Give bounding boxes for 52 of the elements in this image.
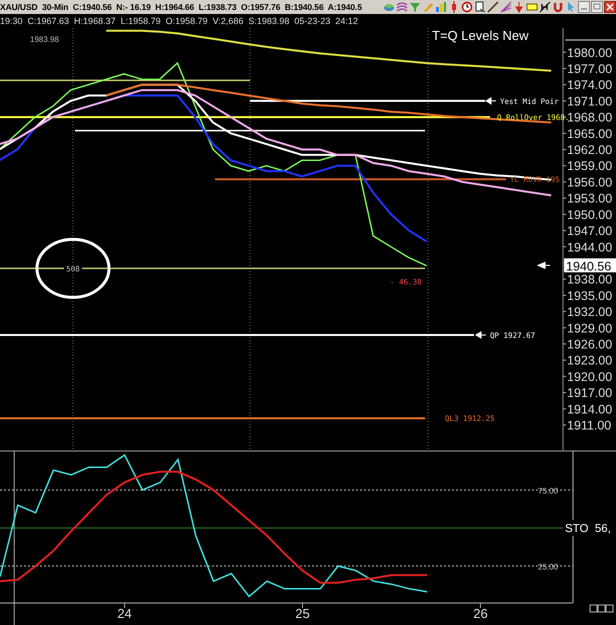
axis-label: 26 (473, 606, 488, 621)
minimize-icon[interactable] (578, 1, 590, 13)
window-boxes-icon[interactable] (590, 604, 614, 612)
axis-label: 1917.00 (567, 386, 612, 400)
waves-icon[interactable] (396, 1, 408, 13)
axis-label: 24 (117, 606, 132, 621)
h-line-icon[interactable] (539, 1, 551, 13)
axis-label: 1950.00 (567, 208, 612, 222)
axis-label: 1935.00 (567, 288, 612, 303)
axis-label: 1953.00 (567, 192, 612, 206)
axis-label: 1965.00 (567, 126, 612, 141)
funnel-icon[interactable] (409, 1, 421, 13)
chart-title: T=Q Levels New (432, 28, 528, 43)
price-label: 1983.98 (30, 35, 59, 44)
quote-text: XAU/USD 30-Min C:1940.56 N:- 16.19 H:1964.66 L:1938.73 O:1957.76 B:1940.56 A:1940.5 (0, 2, 362, 12)
rectangle-icon[interactable] (526, 1, 538, 13)
clock-icon[interactable] (461, 1, 473, 13)
axis-label: 1944.00 (567, 240, 612, 254)
axis-label: 1959.00 (567, 159, 612, 174)
axis-label: 1923.00 (567, 354, 612, 368)
fan-lines-icon[interactable] (500, 1, 512, 13)
axis-label: 1938.00 (567, 272, 612, 287)
axis-label: 25.00 (538, 562, 558, 572)
axis-label: 1977.00 (567, 62, 612, 76)
bar-chart-icon[interactable] (435, 1, 447, 13)
axis-label: 1962.00 (567, 143, 612, 158)
axis-label: 75.00 (538, 486, 558, 496)
down-arrow-icon[interactable] (513, 1, 525, 13)
price-tag: 1940.56 (564, 258, 616, 274)
axis-label: 1920.00 (567, 370, 612, 384)
axis-label: 1929.00 (567, 321, 612, 336)
line-tool-icon[interactable] (487, 1, 499, 13)
axis-label: 25 (295, 606, 310, 621)
layers-icon[interactable] (383, 1, 395, 13)
axis-label: 1980.00 (567, 46, 612, 60)
arrow-icon (476, 331, 486, 338)
arrow-icon (538, 262, 550, 269)
axis-label: 1911.00 (567, 418, 612, 432)
arrow-icon (486, 97, 496, 104)
close-icon[interactable] (604, 1, 616, 13)
bar-info-text: 19:30 C:1967.63 H:1968.37 L:1958.79 O:1958.79 V:2,686 S:1983.98 05-23-23 24:12 (0, 16, 358, 26)
axis-label: 1956.00 (567, 175, 612, 190)
axis-label: 1974.00 (567, 78, 612, 92)
magnet-icon[interactable] (552, 1, 564, 13)
axis-label: 1932.00 (567, 305, 612, 320)
document-icon[interactable] (474, 1, 486, 13)
cursor-icon[interactable] (565, 1, 577, 13)
axis-label: 1926.00 (567, 337, 612, 352)
axis-label: 1971.00 (567, 94, 612, 108)
axis-label: 1947.00 (567, 224, 612, 238)
axis-label: 1914.00 (567, 402, 612, 416)
axis-label: 1968.00 (567, 110, 612, 125)
